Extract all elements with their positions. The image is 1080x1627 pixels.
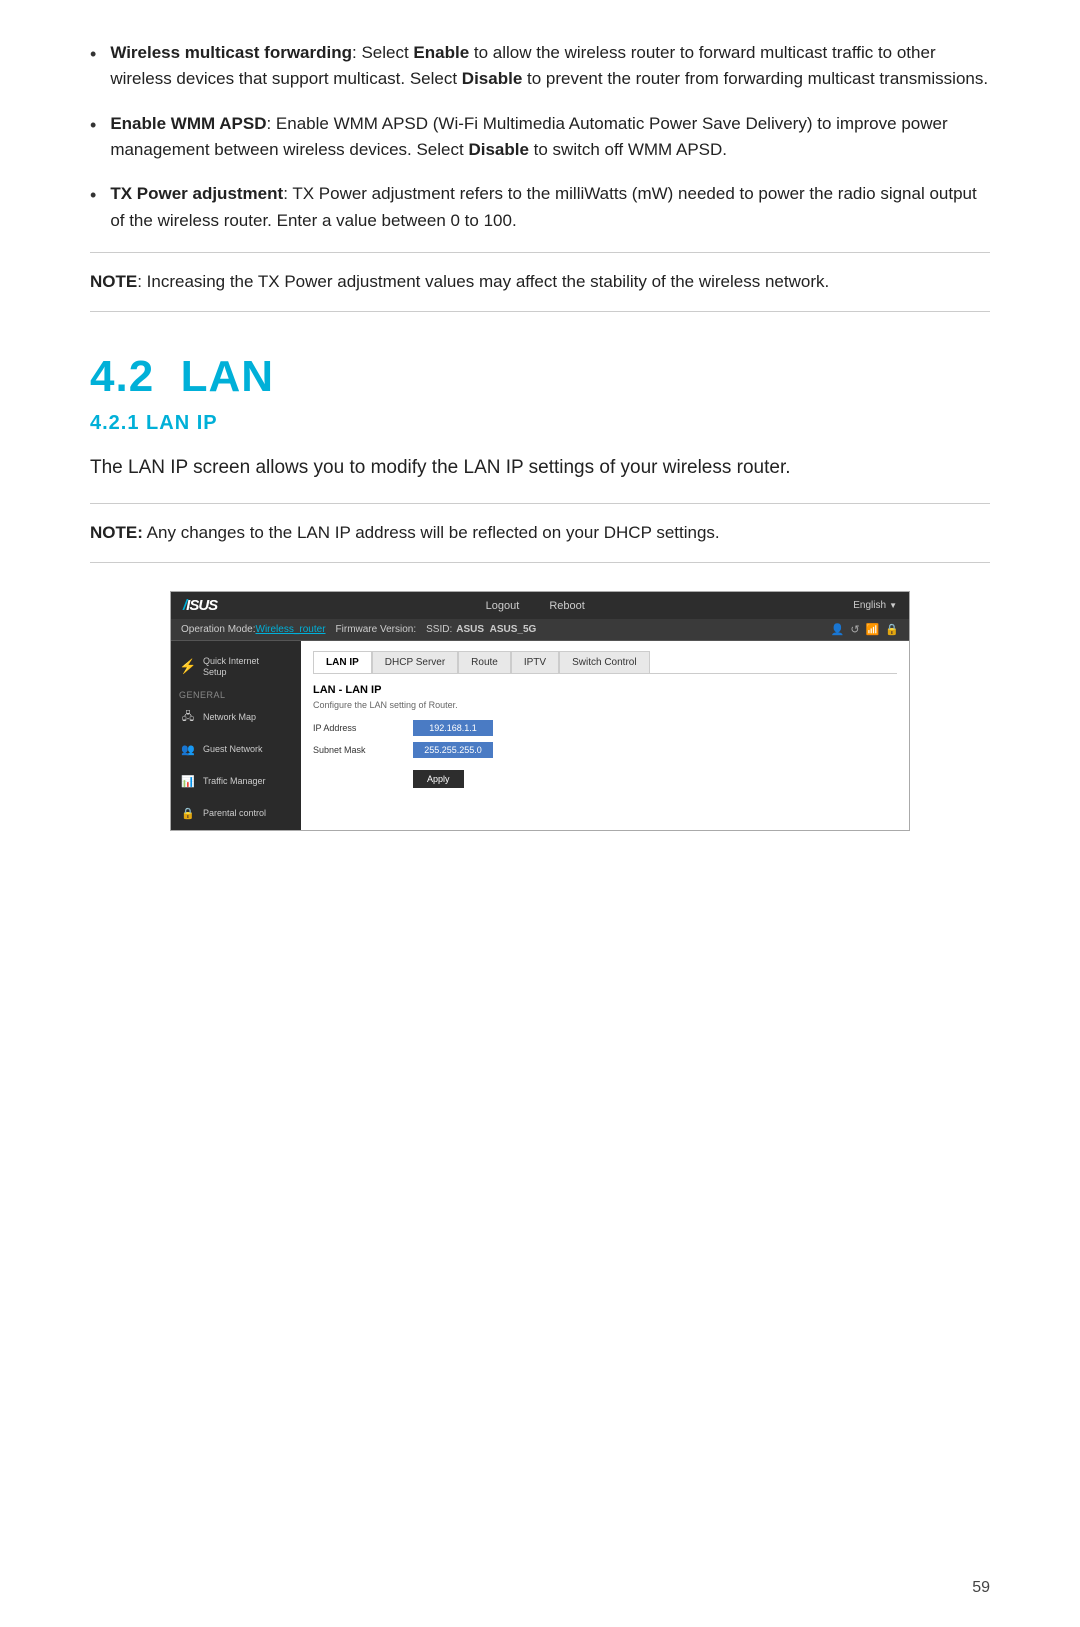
- tab-dhcp-server[interactable]: DHCP Server: [372, 651, 458, 673]
- tab-switch-control[interactable]: Switch Control: [559, 651, 649, 673]
- subnet-mask-value[interactable]: 255.255.255.0: [413, 742, 493, 758]
- bullet-dot: •: [90, 41, 96, 69]
- sidebar-label-traffic-manager: Traffic Manager: [203, 776, 266, 787]
- note-box-lanip: NOTE: Any changes to the LAN IP address …: [90, 503, 990, 563]
- router-infobar: Operation Mode: Wireless_router Firmware…: [171, 619, 909, 641]
- bullet-dot-txpower: •: [90, 182, 96, 210]
- firmware-label: Firmware Version:: [336, 624, 417, 635]
- sidebar-label-parental-control: Parental control: [203, 808, 266, 819]
- note-box-txpower: NOTE: Increasing the TX Power adjustment…: [90, 252, 990, 312]
- bullet-item-txpower: • TX Power adjustment: TX Power adjustme…: [90, 181, 990, 234]
- router-topbar: /ISUS Logout Reboot English ▼: [171, 592, 909, 619]
- reboot-link[interactable]: Reboot: [549, 600, 584, 612]
- bullet-list: • Wireless multicast forwarding: Select …: [90, 40, 990, 234]
- traffic-manager-icon: 📊: [179, 773, 197, 791]
- tab-route[interactable]: Route: [458, 651, 511, 673]
- tab-lan-ip[interactable]: LAN IP: [313, 651, 372, 673]
- apply-button[interactable]: Apply: [413, 770, 464, 788]
- router-tabs: LAN IP DHCP Server Route IPTV Switch Con…: [313, 651, 897, 674]
- section-heading-lan: 4.2 LAN: [90, 352, 990, 402]
- operation-mode-label: Operation Mode:: [181, 624, 256, 635]
- note2-text: NOTE: Any changes to the LAN IP address …: [90, 523, 720, 542]
- subnet-mask-label: Subnet Mask: [313, 745, 413, 755]
- ssid-label: SSID:: [426, 624, 452, 635]
- bullet-text-txpower: TX Power adjustment: TX Power adjustment…: [110, 181, 990, 234]
- bullet-item-wireless-multicast: • Wireless multicast forwarding: Select …: [90, 40, 990, 93]
- guest-network-icon: 👥: [179, 741, 197, 759]
- form-row-subnet-mask: Subnet Mask 255.255.255.0: [313, 742, 897, 758]
- form-row-ip-address: IP Address 192.168.1.1: [313, 720, 897, 736]
- sidebar-section-general: General: [171, 685, 301, 702]
- bullet-text-wmm: Enable WMM APSD: Enable WMM APSD (Wi-Fi …: [110, 111, 990, 164]
- signal-icon: 📶: [866, 623, 880, 636]
- language-selector[interactable]: English ▼: [853, 600, 897, 611]
- bullet-item-wmm: • Enable WMM APSD: Enable WMM APSD (Wi-F…: [90, 111, 990, 164]
- sidebar-item-parental-control[interactable]: 🔒 Parental control: [171, 798, 301, 830]
- network-map-icon: 🖧: [179, 709, 197, 727]
- sidebar-item-quick-internet[interactable]: ⚡ Quick InternetSetup: [171, 649, 301, 685]
- router-icons: 👤 ↺ 📶 🔒: [831, 623, 899, 636]
- router-content: LAN IP DHCP Server Route IPTV Switch Con…: [301, 641, 909, 830]
- tab-iptv[interactable]: IPTV: [511, 651, 559, 673]
- asus-logo: /ISUS: [183, 597, 217, 614]
- router-screenshot: /ISUS Logout Reboot English ▼ Operation …: [170, 591, 910, 831]
- router-body: ⚡ Quick InternetSetup General 🖧 Network …: [171, 641, 909, 830]
- note-label: NOTE: Increasing the TX Power adjustment…: [90, 272, 829, 291]
- sidebar-item-traffic-manager[interactable]: 📊 Traffic Manager: [171, 766, 301, 798]
- logout-link[interactable]: Logout: [486, 600, 520, 612]
- sidebar-label-guest-network: Guest Network: [203, 744, 263, 755]
- sidebar-item-guest-network[interactable]: 👥 Guest Network: [171, 734, 301, 766]
- sidebar-label-quick-internet: Quick InternetSetup: [203, 656, 259, 678]
- router-content-subtitle: Configure the LAN setting of Router.: [313, 700, 897, 710]
- operation-mode-value: Wireless_router: [256, 624, 326, 635]
- page-number: 59: [972, 1579, 990, 1597]
- ip-address-value[interactable]: 192.168.1.1: [413, 720, 493, 736]
- sidebar-item-network-map[interactable]: 🖧 Network Map: [171, 702, 301, 734]
- bullet-text-wireless-multicast: Wireless multicast forwarding: Select En…: [110, 40, 990, 93]
- body-text-lanip: The LAN IP screen allows you to modify t…: [90, 453, 990, 482]
- router-content-title: LAN - LAN IP: [313, 684, 897, 696]
- ip-address-label: IP Address: [313, 723, 413, 733]
- quick-internet-icon: ⚡: [179, 658, 197, 676]
- sidebar-label-network-map: Network Map: [203, 712, 256, 723]
- router-sidebar: ⚡ Quick InternetSetup General 🖧 Network …: [171, 641, 301, 830]
- refresh-icon: ↺: [850, 623, 859, 636]
- person-icon: 👤: [831, 623, 845, 636]
- bullet-dot-wmm: •: [90, 112, 96, 140]
- lock-icon: 🔒: [885, 623, 899, 636]
- parental-control-icon: 🔒: [179, 805, 197, 823]
- subsection-heading-lanip: 4.2.1 LAN IP: [90, 412, 990, 435]
- ssid-values: ASUS ASUS_5G: [456, 624, 536, 635]
